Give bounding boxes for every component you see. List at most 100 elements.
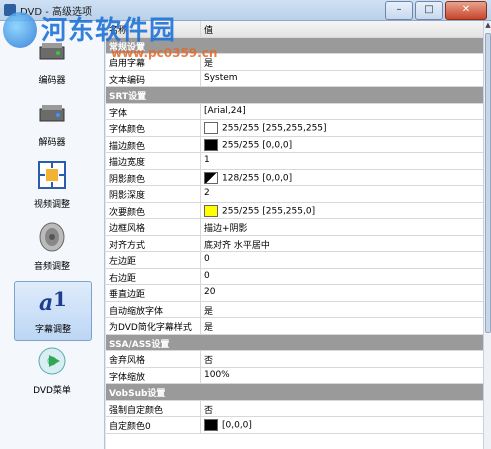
column-divider[interactable]: [200, 21, 201, 37]
scroll-thumb[interactable]: [485, 33, 491, 333]
property-value[interactable]: 255/255 [255,255,255]: [204, 122, 327, 134]
sidebar-item-label: 编码器: [38, 76, 66, 86]
property-name: 舍弃风格: [109, 356, 146, 366]
color-swatch[interactable]: [204, 171, 218, 184]
column-header-value[interactable]: 值: [204, 23, 213, 36]
property-value[interactable]: 2: [204, 188, 210, 198]
table-row[interactable]: 舍弃风格 否: [106, 351, 483, 368]
table-row[interactable]: 字体缩放 100%: [106, 367, 483, 384]
column-header-name[interactable]: 名称: [109, 23, 199, 36]
column-divider: [200, 219, 201, 235]
decoder-icon: [39, 105, 65, 122]
property-name: 右边距: [109, 273, 137, 284]
property-value-text: 255/255 [0,0,0]: [222, 140, 293, 150]
sidebar-item-subtitle-adjust[interactable]: a 1 字幕调整: [14, 281, 92, 341]
close-button[interactable]: ✕: [445, 1, 487, 20]
table-row[interactable]: 次要颜色 255/255 [255,255,0]: [106, 202, 483, 219]
property-value[interactable]: [Arial,24]: [204, 106, 246, 116]
property-value-text: 2: [204, 188, 210, 198]
column-divider: [200, 169, 201, 186]
table-header: 名称 值: [106, 21, 483, 38]
property-value-text: [Arial,24]: [204, 105, 246, 116]
property-value-text: 1: [204, 155, 210, 165]
table-row[interactable]: 字体 [Arial,24]: [106, 103, 483, 120]
property-name: 边框风格: [109, 224, 146, 234]
column-divider: [200, 136, 201, 153]
section-row: VobSub设置: [106, 384, 483, 401]
property-value[interactable]: 描边+阴影: [204, 221, 248, 234]
section-title: 常规设置: [109, 42, 146, 53]
color-swatch[interactable]: [204, 419, 218, 431]
property-value[interactable]: [0,0,0]: [204, 419, 252, 431]
table-row[interactable]: 阴影深度 2: [106, 186, 483, 203]
table-row[interactable]: 启用字幕 是: [106, 54, 483, 71]
property-value[interactable]: 底对齐 水平居中: [204, 238, 270, 251]
property-value-text: 0: [204, 254, 210, 264]
property-value[interactable]: 1: [204, 155, 210, 165]
property-value[interactable]: 255/255 [0,0,0]: [204, 138, 293, 151]
property-name: 阴影颜色: [109, 174, 146, 185]
sidebar-item-label: 视频调整: [33, 200, 70, 210]
property-name: 自定颜色0: [109, 422, 151, 432]
svg-text:1: 1: [53, 287, 67, 311]
property-value[interactable]: 否: [204, 403, 213, 416]
property-value[interactable]: 是: [204, 304, 213, 317]
table-row[interactable]: 对齐方式 底对齐 水平居中: [106, 235, 483, 252]
property-value[interactable]: 255/255 [255,255,0]: [204, 204, 315, 217]
sidebar-item-label: 音频调整: [33, 262, 70, 272]
property-value[interactable]: 0: [204, 254, 210, 264]
table-row[interactable]: 边框风格 描边+阴影: [106, 219, 483, 236]
sidebar-item-dvd-menu[interactable]: DVD菜单: [14, 343, 90, 401]
sidebar-item-encoder[interactable]: 编码器: [14, 33, 90, 91]
property-value-text: 否: [204, 356, 214, 366]
property-value[interactable]: 100%: [204, 370, 230, 380]
minimize-button[interactable]: –: [385, 1, 413, 20]
scroll-up-arrow-icon[interactable]: ▲: [484, 21, 491, 31]
property-value[interactable]: 128/255 [0,0,0]: [204, 171, 292, 184]
sidebar-item-video-adjust[interactable]: 视频调整: [14, 157, 90, 215]
property-name: 左边距: [109, 257, 137, 267]
table-row[interactable]: 为DVD简化字幕样式 是: [106, 318, 483, 335]
table-row[interactable]: 左边距 0: [106, 252, 483, 269]
property-value[interactable]: 是: [204, 56, 213, 69]
encoder-icon: [39, 43, 65, 60]
sidebar-item-decoder[interactable]: 解码器: [14, 95, 90, 153]
property-name: 阴影深度: [109, 191, 146, 201]
window-title: DVD - 高级选项: [20, 7, 93, 18]
color-swatch[interactable]: [204, 204, 218, 217]
property-name: 字体缩放: [109, 372, 146, 383]
vertical-scrollbar[interactable]: ▲: [483, 21, 491, 449]
color-swatch[interactable]: [204, 138, 218, 151]
table-row[interactable]: 文本编码 System: [106, 70, 483, 87]
property-value-text: 是: [204, 59, 214, 69]
column-divider: [200, 318, 201, 334]
section-title: SRT设置: [109, 92, 147, 102]
table-row[interactable]: 自动缩放字体 是: [106, 301, 483, 318]
sidebar-item-label: 解码器: [38, 138, 66, 148]
property-value[interactable]: System: [204, 73, 238, 83]
property-value-text: 是: [204, 323, 214, 333]
table-row[interactable]: 强制自定颜色 否: [106, 400, 483, 417]
property-value[interactable]: 是: [204, 320, 213, 333]
table-row[interactable]: 描边颜色 255/255 [0,0,0]: [106, 136, 483, 153]
property-value[interactable]: 20: [204, 287, 215, 297]
column-divider: [200, 268, 201, 285]
table-row[interactable]: 字体颜色 255/255 [255,255,255]: [106, 120, 483, 137]
column-divider: [200, 153, 201, 169]
settings-table: 名称 值 常规设置 启用字幕是文本编码 System SRT设置字体 [Arial,24…: [106, 21, 483, 449]
maximize-button[interactable]: □: [415, 1, 443, 20]
table-row[interactable]: 阴影颜色 128/255 [0,0,0]: [106, 169, 483, 186]
table-row[interactable]: 垂直边距 20: [106, 285, 483, 302]
property-name: 字体: [109, 108, 128, 119]
property-value[interactable]: 否: [204, 353, 213, 366]
property-value[interactable]: 0: [204, 271, 210, 281]
table-row[interactable]: 描边宽度 1: [106, 153, 483, 170]
table-row[interactable]: 右边距 0: [106, 268, 483, 285]
table-row[interactable]: 自定颜色0 [0,0,0]: [106, 417, 483, 434]
property-name: 为DVD简化字幕样式: [109, 323, 192, 333]
column-divider: [200, 351, 201, 367]
property-value-text: 是: [204, 306, 214, 317]
sidebar-item-audio-adjust[interactable]: 音频调整: [14, 219, 90, 277]
color-swatch[interactable]: [204, 122, 218, 134]
section-row: SRT设置: [106, 87, 483, 104]
